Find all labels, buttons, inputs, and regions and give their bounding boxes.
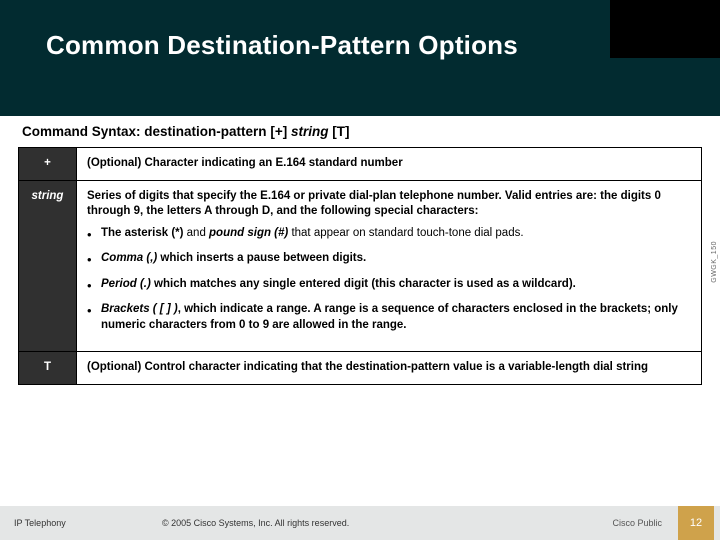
corner-accent <box>610 0 720 58</box>
b3-bi: Period (.) <box>101 278 151 290</box>
list-item: The asterisk (*) and pound sign (#) that… <box>91 226 691 242</box>
side-watermark: GWGK_150 <box>711 241 718 283</box>
table-row: + (Optional) Character indicating an E.1… <box>19 148 702 181</box>
footer-left: IP Telephony <box>14 518 66 528</box>
desc-plus-text: (Optional) Character indicating an E.164… <box>87 157 403 169</box>
table-row: T (Optional) Control character indicatin… <box>19 352 702 385</box>
footer-copyright: © 2005 Cisco Systems, Inc. All rights re… <box>162 518 349 528</box>
syntax-t: [T] <box>332 124 349 139</box>
syntax-plus: [+] <box>270 124 287 139</box>
list-item: Comma (,) which inserts a pause between … <box>91 251 691 267</box>
key-string: string <box>19 180 77 352</box>
footer-bar: IP Telephony © 2005 Cisco Systems, Inc. … <box>0 506 720 540</box>
desc-string-lead: Series of digits that specify the E.164 … <box>87 189 691 220</box>
content-area: Command Syntax: destination-pattern [+] … <box>0 116 720 393</box>
b1-mid: and <box>183 227 209 239</box>
key-plus: + <box>19 148 77 181</box>
b1-bi: pound sign (#) <box>209 227 288 239</box>
table-row: string Series of digits that specify the… <box>19 180 702 352</box>
syntax-command: destination-pattern <box>144 124 266 139</box>
slide-title: Common Destination-Pattern Options <box>46 30 518 61</box>
b4-bi: Brackets ( [ ] ) <box>101 303 178 315</box>
syntax-string: string <box>291 124 329 139</box>
desc-plus: (Optional) Character indicating an E.164… <box>77 148 702 181</box>
b3-tail: which matches any single entered digit (… <box>151 278 576 290</box>
b2-tail: which inserts a pause between digits. <box>157 252 366 264</box>
command-syntax-line: Command Syntax: destination-pattern [+] … <box>18 122 702 147</box>
bullet-list: The asterisk (*) and pound sign (#) that… <box>87 226 691 334</box>
key-t: T <box>19 352 77 385</box>
desc-string: Series of digits that specify the E.164 … <box>77 180 702 352</box>
options-table: + (Optional) Character indicating an E.1… <box>18 147 702 385</box>
syntax-label: Command Syntax: <box>22 124 141 139</box>
footer-right: Cisco Public <box>612 518 662 528</box>
title-band: Common Destination-Pattern Options <box>0 0 720 116</box>
desc-t: (Optional) Control character indicating … <box>77 352 702 385</box>
b2-bi: Comma (,) <box>101 252 157 264</box>
list-item: Brackets ( [ ] ), which indicate a range… <box>91 302 691 333</box>
list-item: Period (.) which matches any single ente… <box>91 277 691 293</box>
b1-bold: The asterisk (*) <box>101 227 183 239</box>
b4-tail: , which indicate a range. A range is a s… <box>101 303 678 331</box>
desc-t-text: (Optional) Control character indicating … <box>87 361 648 373</box>
footer-page-number: 12 <box>678 506 714 540</box>
b1-tail: that appear on standard touch-tone dial … <box>288 227 523 239</box>
